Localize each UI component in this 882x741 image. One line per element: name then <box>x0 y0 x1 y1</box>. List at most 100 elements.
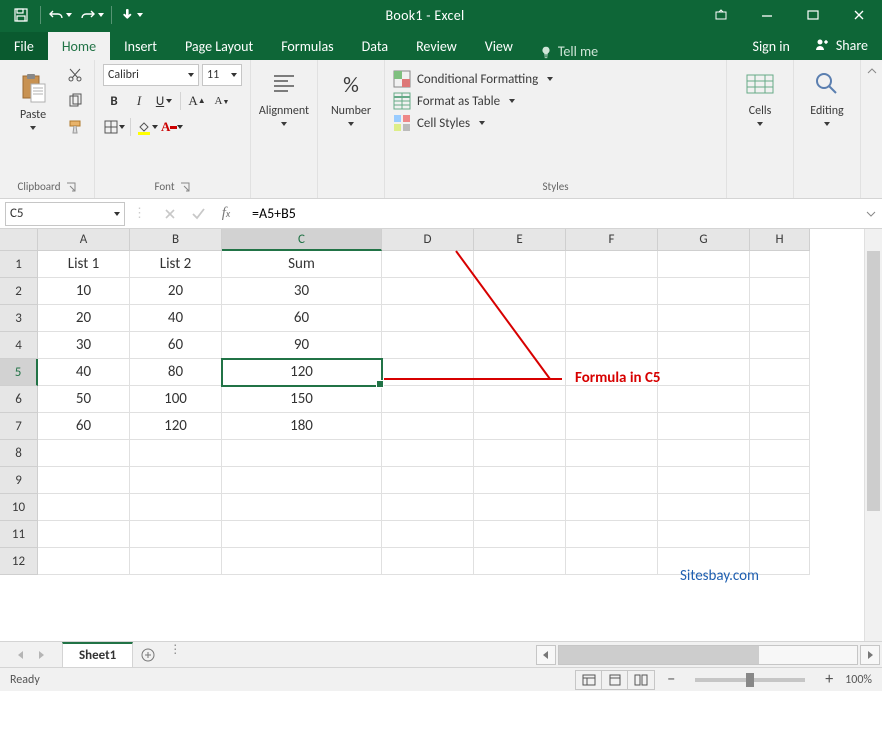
cell-D11[interactable] <box>382 521 474 548</box>
font-color-button[interactable]: A <box>161 116 183 138</box>
cell-E5[interactable] <box>474 359 566 386</box>
undo-icon[interactable] <box>45 1 75 29</box>
ribbon-options-icon[interactable] <box>698 0 744 30</box>
cell-G11[interactable] <box>658 521 750 548</box>
font-name-combo[interactable]: Calibri <box>103 64 199 86</box>
sheet-prev-icon[interactable] <box>16 650 26 660</box>
col-header-D[interactable]: D <box>382 229 474 251</box>
normal-view-icon[interactable] <box>576 671 602 689</box>
number-button[interactable]: % Number <box>326 64 376 130</box>
cell-A5[interactable]: 40 <box>38 359 130 386</box>
cell-B7[interactable]: 120 <box>130 413 222 440</box>
row-header-4[interactable]: 4 <box>0 332 38 359</box>
cell-E7[interactable] <box>474 413 566 440</box>
cell-B1[interactable]: List 2 <box>130 251 222 278</box>
zoom-level[interactable]: 100% <box>845 673 872 687</box>
page-layout-view-icon[interactable] <box>602 671 628 689</box>
dialog-launcher-icon[interactable] <box>179 181 191 193</box>
cell-C11[interactable] <box>222 521 382 548</box>
cell-F11[interactable] <box>566 521 658 548</box>
cell-A10[interactable] <box>38 494 130 521</box>
tab-insert[interactable]: Insert <box>110 32 171 60</box>
sheet-next-icon[interactable] <box>36 650 46 660</box>
cell-F9[interactable] <box>566 467 658 494</box>
row-header-10[interactable]: 10 <box>0 494 38 521</box>
cell-B3[interactable]: 40 <box>130 305 222 332</box>
cell-H4[interactable] <box>750 332 810 359</box>
row-header-9[interactable]: 9 <box>0 467 38 494</box>
cell-B4[interactable]: 60 <box>130 332 222 359</box>
cell-C6[interactable]: 150 <box>222 386 382 413</box>
close-icon[interactable] <box>836 0 882 30</box>
row-header-7[interactable]: 7 <box>0 413 38 440</box>
cell-B9[interactable] <box>130 467 222 494</box>
name-box[interactable]: C5 <box>5 202 125 226</box>
sheet-tab-sheet1[interactable]: Sheet1 <box>62 642 133 667</box>
tab-home[interactable]: Home <box>48 32 110 60</box>
grow-font-button[interactable]: A▲ <box>186 90 208 112</box>
touch-mode-icon[interactable] <box>116 1 146 29</box>
cell-H3[interactable] <box>750 305 810 332</box>
font-size-combo[interactable]: 11 <box>202 64 242 86</box>
cell-G10[interactable] <box>658 494 750 521</box>
bold-button[interactable]: B <box>103 90 125 112</box>
redo-icon[interactable] <box>77 1 107 29</box>
cell-H6[interactable] <box>750 386 810 413</box>
italic-button[interactable]: I <box>128 90 150 112</box>
cell-F8[interactable] <box>566 440 658 467</box>
conditional-formatting-button[interactable]: Conditional Formatting <box>393 70 553 88</box>
cell-D2[interactable] <box>382 278 474 305</box>
row-header-8[interactable]: 8 <box>0 440 38 467</box>
cell-H11[interactable] <box>750 521 810 548</box>
cell-H7[interactable] <box>750 413 810 440</box>
col-header-C[interactable]: C <box>222 229 382 251</box>
row-header-3[interactable]: 3 <box>0 305 38 332</box>
copy-icon[interactable] <box>64 90 86 112</box>
cell-A3[interactable]: 20 <box>38 305 130 332</box>
cell-H1[interactable] <box>750 251 810 278</box>
col-header-A[interactable]: A <box>38 229 130 251</box>
editing-button[interactable]: Editing <box>802 64 852 130</box>
cell-H8[interactable] <box>750 440 810 467</box>
col-header-B[interactable]: B <box>130 229 222 251</box>
cell-G4[interactable] <box>658 332 750 359</box>
cell-D9[interactable] <box>382 467 474 494</box>
zoom-out-button[interactable]: − <box>663 670 679 689</box>
cell-E11[interactable] <box>474 521 566 548</box>
cells-button[interactable]: Cells <box>735 64 785 130</box>
format-painter-icon[interactable] <box>64 116 86 138</box>
cell-D10[interactable] <box>382 494 474 521</box>
cell-E2[interactable] <box>474 278 566 305</box>
row-header-12[interactable]: 12 <box>0 548 38 575</box>
save-icon[interactable] <box>6 1 36 29</box>
row-header-11[interactable]: 11 <box>0 521 38 548</box>
cell-B8[interactable] <box>130 440 222 467</box>
cell-F3[interactable] <box>566 305 658 332</box>
cell-G6[interactable] <box>658 386 750 413</box>
maximize-icon[interactable] <box>790 0 836 30</box>
cell-C8[interactable] <box>222 440 382 467</box>
cell-B6[interactable]: 100 <box>130 386 222 413</box>
tell-me-search[interactable]: Tell me <box>527 43 610 60</box>
tab-view[interactable]: View <box>471 32 527 60</box>
cell-F1[interactable] <box>566 251 658 278</box>
cell-E6[interactable] <box>474 386 566 413</box>
sheetbar-gripper[interactable]: ⋮ <box>163 642 189 667</box>
cell-C7[interactable]: 180 <box>222 413 382 440</box>
cell-D4[interactable] <box>382 332 474 359</box>
cell-A2[interactable]: 10 <box>38 278 130 305</box>
cell-A1[interactable]: List 1 <box>38 251 130 278</box>
tab-formulas[interactable]: Formulas <box>267 32 347 60</box>
collapse-ribbon-icon[interactable] <box>860 60 882 198</box>
cell-C9[interactable] <box>222 467 382 494</box>
cell-G3[interactable] <box>658 305 750 332</box>
cell-styles-button[interactable]: Cell Styles <box>393 114 553 132</box>
cell-B5[interactable]: 80 <box>130 359 222 386</box>
zoom-in-button[interactable]: + <box>821 670 837 689</box>
alignment-button[interactable]: Alignment <box>259 64 309 130</box>
tab-review[interactable]: Review <box>402 32 471 60</box>
cell-A9[interactable] <box>38 467 130 494</box>
cell-E10[interactable] <box>474 494 566 521</box>
cell-E9[interactable] <box>474 467 566 494</box>
hscroll-left-icon[interactable] <box>536 645 556 665</box>
